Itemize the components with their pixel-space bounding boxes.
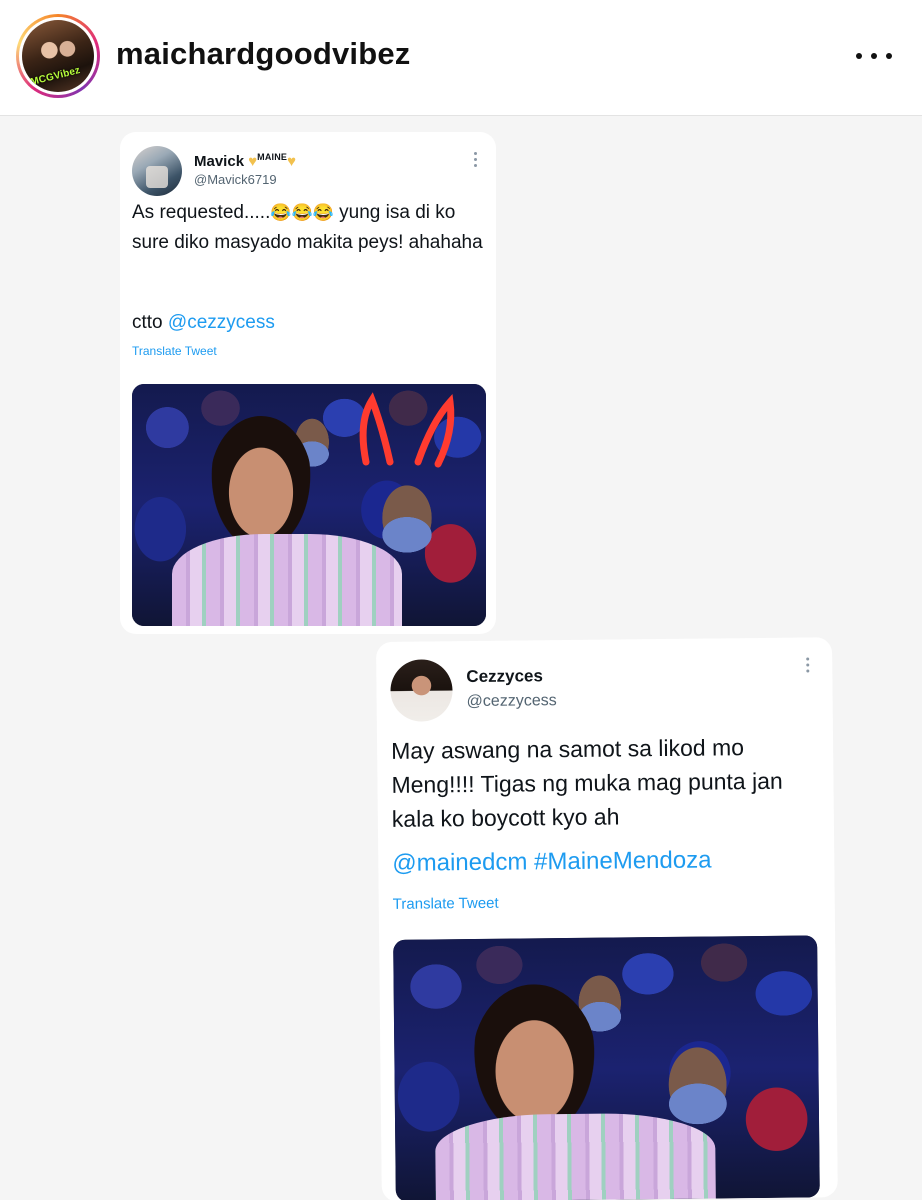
mention-link[interactable]: @cezzycess: [168, 312, 275, 333]
tweet-photo[interactable]: [132, 384, 486, 626]
avatar-image: MCGVibez: [22, 20, 94, 92]
tweet-card-mavick: Mavick ♥MAINE♥ @Mavick6719 As requested.…: [120, 132, 496, 634]
woman-shirt: [172, 534, 402, 626]
post-image: Mavick ♥MAINE♥ @Mavick6719 As requested.…: [0, 116, 922, 1200]
tweet-text: As requested.....😂😂😂 yung isa di ko sure…: [132, 202, 483, 253]
profile-avatar[interactable]: MCGVibez: [16, 14, 100, 98]
username[interactable]: maichardgoodvibez: [116, 36, 411, 72]
translate-tweet-link[interactable]: Translate Tweet: [393, 895, 499, 913]
woman-face: [471, 983, 598, 1136]
tweet-photo[interactable]: [393, 935, 820, 1200]
tweet-author-avatar[interactable]: [390, 659, 453, 722]
tweet-text: May aswang na samot sa likod mo Meng!!!!…: [391, 734, 790, 832]
tweet-author-handle[interactable]: @cezzycess: [467, 692, 557, 711]
tweet-credit: ctto @cezzycess: [132, 312, 275, 333]
yellow-heart-icon: ♥: [287, 153, 297, 170]
tweet-author-avatar[interactable]: [132, 146, 182, 196]
tweet-card-cezzyces: Cezzyces @cezzycess May aswang na samot …: [376, 637, 838, 1200]
tweet-author-name[interactable]: Cezzyces: [466, 666, 543, 687]
more-options-button[interactable]: [856, 48, 892, 64]
drawn-ears-doodle: [346, 392, 466, 472]
tweet-author-name[interactable]: Mavick ♥MAINE♥: [194, 152, 296, 170]
woman-face: [210, 416, 312, 548]
post-header: MCGVibez maichardgoodvibez: [0, 0, 922, 116]
tweet-more-icon[interactable]: [474, 152, 478, 167]
laughing-emoji: 😂😂😂: [270, 203, 334, 222]
translate-tweet-link[interactable]: Translate Tweet: [132, 344, 217, 358]
yellow-heart-icon: ♥: [248, 153, 258, 170]
avatar-badge: MCGVibez: [29, 65, 82, 88]
tweet-more-icon[interactable]: [806, 657, 810, 673]
more-horizontal-icon: [856, 53, 862, 59]
mention-hashtag-links[interactable]: @mainedcm #MaineMendoza: [392, 846, 711, 877]
woman-shirt: [434, 1112, 716, 1200]
tweet-author-handle[interactable]: @Mavick6719: [194, 172, 277, 187]
